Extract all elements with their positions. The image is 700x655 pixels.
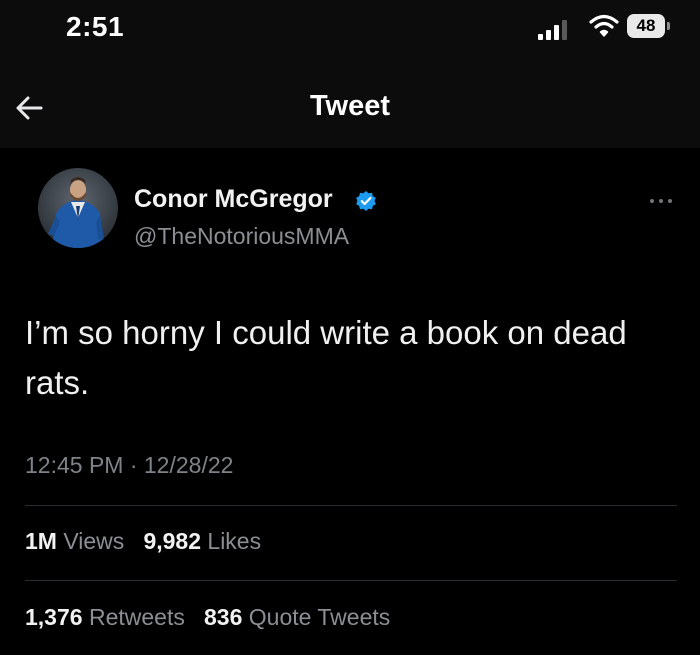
retweets-label: Retweets	[88, 604, 185, 630]
views-stat[interactable]: 1M Views	[25, 528, 124, 554]
tweet-text: I’m so horny I could write a book on dea…	[25, 314, 627, 401]
retweets-stat[interactable]: 1,376 Retweets	[25, 604, 185, 630]
page-title: Tweet	[309, 90, 391, 122]
tweet-timestamp[interactable]: 12:45 PM · 12/28/22	[25, 452, 233, 479]
views-count: 1M	[25, 528, 57, 554]
likes-count: 9,982	[143, 528, 202, 554]
quote-tweets-count: 836	[204, 604, 243, 630]
stats-row-views-likes: 1M Views 9,982 Likes	[25, 528, 261, 555]
avatar[interactable]	[38, 168, 118, 248]
verified-badge-icon	[356, 191, 376, 211]
signal-icon	[538, 20, 567, 40]
author-handle[interactable]: @TheNotoriousMMA	[134, 223, 349, 250]
views-label: Views	[63, 528, 125, 554]
retweets-count: 1,376	[25, 604, 83, 630]
status-time: 2:51	[66, 11, 125, 42]
stats-row-retweets-quotes: 1,376 Retweets 836 Quote Tweets	[25, 604, 390, 631]
battery-indicator: 48	[627, 14, 665, 38]
divider	[25, 580, 677, 581]
more-options-icon[interactable]	[648, 196, 676, 206]
quote-tweets-stat[interactable]: 836 Quote Tweets	[204, 604, 390, 630]
likes-stat[interactable]: 9,982 Likes	[143, 528, 261, 554]
wifi-icon	[589, 14, 619, 37]
divider	[25, 505, 677, 506]
quote-tweets-label: Quote Tweets	[248, 604, 391, 630]
battery-cap	[667, 22, 670, 30]
top-bar: 2:51 48 Tweet	[0, 0, 700, 148]
author-name[interactable]: Conor McGregor	[134, 185, 333, 214]
likes-label: Likes	[207, 528, 262, 554]
